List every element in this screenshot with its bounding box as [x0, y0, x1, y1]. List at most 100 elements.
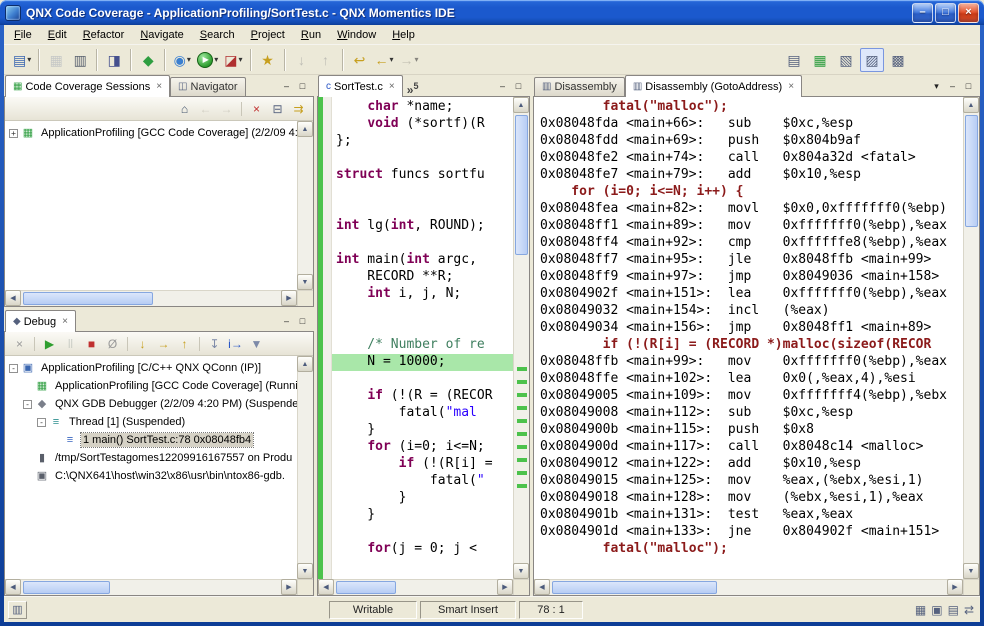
code-coverage-button[interactable]: ◆	[136, 48, 160, 72]
forward-session-button[interactable]: →	[217, 99, 236, 118]
step-into-button[interactable]: ↓	[133, 334, 152, 353]
editor-line[interactable]	[332, 371, 513, 388]
scroll-left-button[interactable]: ◀	[5, 290, 21, 306]
scrollbar-thumb[interactable]	[23, 581, 110, 594]
disassembly-line[interactable]: 0x08048fda <main+66>: sub $0xc,%esp	[540, 116, 963, 133]
disassembly-line[interactable]: 0x08049012 <main+122>: add $0x10,%esp	[540, 456, 963, 473]
collapse-all-button[interactable]: ⊟	[268, 99, 287, 118]
disassembly-line[interactable]: 0x08048ff9 <main+97>: jmp 0x8049036 <mai…	[540, 269, 963, 286]
disassembly-vertical-scrollbar[interactable]: ▲ ▼	[963, 97, 979, 579]
editor-line[interactable]	[332, 320, 513, 337]
disassembly-line[interactable]: fatal("malloc");	[540, 99, 963, 116]
disassembly-line[interactable]: if (!(R[i] = (RECORD *)malloc(sizeof(REC…	[540, 337, 963, 354]
tree-expander-icon[interactable]: -	[23, 400, 32, 409]
editor-vertical-scrollbar[interactable]: ▲ ▼	[513, 97, 529, 579]
step-over-button[interactable]: →	[154, 334, 173, 353]
close-button[interactable]: ×	[958, 3, 979, 23]
tab-disassembly-gotoaddress[interactable]: ▥Disassembly (GotoAddress)×	[625, 75, 802, 97]
new-wizard-button[interactable]: ▤▾	[10, 48, 34, 72]
disassembly-line[interactable]: 0x08048fea <main+82>: movl $0x0,0xffffff…	[540, 201, 963, 218]
menu-edit[interactable]: Edit	[40, 26, 75, 44]
editor-line[interactable]: if (!(R = (RECOR	[332, 388, 513, 405]
scroll-up-button[interactable]: ▲	[297, 356, 313, 372]
disconnect-button[interactable]: Ø	[103, 334, 122, 353]
editor-line[interactable]	[332, 524, 513, 541]
disassembly-line[interactable]: fatal("malloc");	[540, 541, 963, 558]
fast-view-button[interactable]: ▥	[8, 601, 27, 619]
close-tab-icon[interactable]: ×	[62, 317, 68, 327]
editor-line[interactable]	[332, 235, 513, 252]
tree-item[interactable]: +▦ApplicationProfiling [GCC Code Coverag…	[5, 377, 313, 395]
tree-item[interactable]: +▦ApplicationProfiling [GCC Code Coverag…	[5, 124, 313, 142]
scroll-right-button[interactable]: ▶	[497, 579, 513, 595]
disassembly-minimize-button[interactable]: –	[945, 80, 960, 93]
disassembly-horizontal-scrollbar[interactable]: ◀ ▶	[534, 579, 963, 595]
tree-item[interactable]: +▣C:\QNX641\host\win32\x86\usr\bin\ntox8…	[5, 467, 313, 485]
menu-file[interactable]: File	[6, 26, 40, 44]
disassembly-line[interactable]: 0x08049032 <main+154>: incl (%eax)	[540, 303, 963, 320]
tree-item[interactable]: -▣ApplicationProfiling [C/C++ QNX QConn …	[5, 359, 313, 377]
close-tab-icon[interactable]: ×	[156, 82, 162, 92]
forward-button[interactable]: →▾	[397, 48, 422, 72]
disassembly-line[interactable]: 0x08049015 <main+125>: mov %eax,(%ebx,%e…	[540, 473, 963, 490]
statusbar-monitor-icon[interactable]: ▣	[931, 604, 942, 616]
code-area[interactable]: char *name; void (*sortf)(R};struct func…	[318, 97, 513, 579]
tree-item[interactable]: -≡Thread [1] (Suspended)	[5, 413, 313, 431]
step-return-button[interactable]: ↑	[175, 334, 194, 353]
disassembly-line[interactable]: 0x08049005 <main+109>: mov 0xfffffff4(%e…	[540, 388, 963, 405]
external-tools-button[interactable]: ◪▾	[221, 48, 245, 72]
scroll-up-button[interactable]: ▲	[297, 121, 313, 137]
editor-line[interactable]: char *name;	[332, 99, 513, 116]
disassembly-view-menu-button[interactable]: ▾	[929, 80, 944, 93]
menu-refactor[interactable]: Refactor	[75, 26, 133, 44]
wand-button[interactable]: ★	[256, 48, 280, 72]
last-edit-location-button[interactable]: ↩	[348, 48, 372, 72]
disassembly-maximize-button[interactable]: □	[961, 80, 976, 93]
editor-line[interactable]	[332, 184, 513, 201]
tab-code-coverage-sessions[interactable]: ▦Code Coverage Sessions×	[5, 75, 170, 97]
debug-button[interactable]: ◉▾	[170, 48, 194, 72]
editor-line[interactable]: };	[332, 133, 513, 150]
editor-line[interactable]: int main(int argc,	[332, 252, 513, 269]
remove-terminated-button[interactable]: ×	[10, 334, 29, 353]
close-tab-icon[interactable]: ×	[389, 82, 395, 92]
console-button[interactable]: ▩	[886, 48, 910, 72]
disassembly-line[interactable]: 0x0804902f <main+151>: lea 0xfffffff0(%e…	[540, 286, 963, 303]
coverage-horizontal-scrollbar[interactable]: ◀ ▶	[5, 290, 297, 306]
editor-line[interactable]: for (i=0; i<=N;	[332, 439, 513, 456]
menu-help[interactable]: Help	[384, 26, 423, 44]
terminate-button[interactable]: ■	[82, 334, 101, 353]
scroll-left-button[interactable]: ◀	[534, 579, 550, 595]
coverage-minimize-button[interactable]: –	[279, 80, 294, 93]
home-button[interactable]: ⌂	[175, 99, 194, 118]
build-button[interactable]: ◨	[102, 48, 126, 72]
editor-tab-overflow-chevron[interactable]: » 5	[403, 81, 423, 96]
tree-expander-icon[interactable]: +	[9, 129, 18, 138]
titlebar[interactable]: QNX Code Coverage - ApplicationProfiling…	[0, 0, 984, 25]
profiler-button[interactable]: ▧	[834, 48, 858, 72]
editor-line[interactable]: struct funcs sortfu	[332, 167, 513, 184]
disassembly-line[interactable]: for (i=0; i<=N; i++) {	[540, 184, 963, 201]
disassembly-listing[interactable]: fatal("malloc");0x08048fda <main+66>: su…	[534, 97, 963, 579]
drop-to-frame-button[interactable]: ↧	[205, 334, 224, 353]
editor-line[interactable]	[332, 303, 513, 320]
scrollbar-thumb[interactable]	[23, 292, 153, 305]
previous-annotation-button[interactable]: ↑	[314, 48, 338, 72]
debug-horizontal-scrollbar[interactable]: ◀ ▶	[5, 579, 297, 595]
editor-line[interactable]: fatal("	[332, 473, 513, 490]
disassembly-line[interactable]: 0x08048ffb <main+99>: mov 0xfffffff0(%eb…	[540, 354, 963, 371]
editor-line[interactable]	[332, 201, 513, 218]
coverage-vertical-scrollbar[interactable]: ▲ ▼	[297, 121, 313, 290]
close-tab-icon[interactable]: ×	[788, 82, 794, 92]
suspend-button[interactable]: Ⅱ	[61, 334, 80, 353]
disassembly-line[interactable]: 0x08048ffe <main+102>: lea 0x0(,%eax,4),…	[540, 371, 963, 388]
editor-minimize-button[interactable]: –	[495, 80, 510, 93]
debug-minimize-button[interactable]: –	[279, 315, 294, 328]
editor-line[interactable]: int i, j, N;	[332, 286, 513, 303]
tree-item[interactable]: +≡1 main() SortTest.c:78 0x08048fb4	[5, 431, 313, 449]
disassembly-line[interactable]: 0x08049008 <main+112>: sub $0xc,%esp	[540, 405, 963, 422]
tab-disassembly[interactable]: ▥Disassembly	[534, 77, 625, 96]
print-button[interactable]: ▥	[68, 48, 92, 72]
scroll-up-button[interactable]: ▲	[963, 97, 979, 113]
scrollbar-thumb[interactable]	[336, 581, 396, 594]
